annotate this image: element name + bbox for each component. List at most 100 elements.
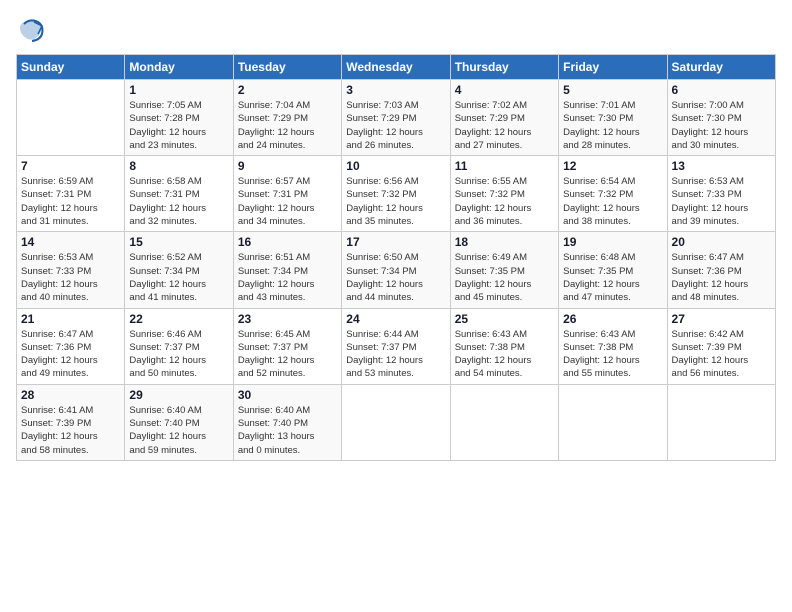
day-number: 18	[455, 235, 554, 249]
calendar-cell	[450, 384, 558, 460]
calendar-cell: 1 Sunrise: 7:05 AM Sunset: 7:28 PM Daylig…	[125, 80, 233, 156]
day-number: 21	[21, 312, 120, 326]
calendar-table: SundayMondayTuesdayWednesdayThursdayFrid…	[16, 54, 776, 461]
calendar-cell: 24Sunrise: 6:44 AM Sunset: 7:37 PM Dayli…	[342, 308, 450, 384]
day-number: 16	[238, 235, 337, 249]
day-info: Sunrise: 7:02 AM Sunset: 7:29 PM Dayligh…	[455, 99, 554, 152]
day-number: 20	[672, 235, 771, 249]
day-number: 4	[455, 83, 554, 97]
day-number: 11	[455, 159, 554, 173]
day-info: Sunrise: 6:43 AM Sunset: 7:38 PM Dayligh…	[563, 328, 662, 381]
day-number: 28	[21, 388, 120, 402]
day-info: Sunrise: 6:47 AM Sunset: 7:36 PM Dayligh…	[672, 251, 771, 304]
calendar-cell: 25Sunrise: 6:43 AM Sunset: 7:38 PM Dayli…	[450, 308, 558, 384]
calendar-cell: 19 Sunrise: 6:48 AM Sunset: 7:35 PM Dayli…	[559, 232, 667, 308]
day-info: Sunrise: 6:48 AM Sunset: 7:35 PM Dayligh…	[563, 251, 662, 304]
calendar-cell: 22 Sunrise: 6:46 AM Sunset: 7:37 PM Dayli…	[125, 308, 233, 384]
day-number: 29	[129, 388, 228, 402]
calendar-cell: 30 Sunrise: 6:40 AM Sunset: 7:40 PM Dayli…	[233, 384, 341, 460]
day-info: Sunrise: 6:41 AM Sunset: 7:39 PM Dayligh…	[21, 404, 120, 457]
column-header-friday: Friday	[559, 55, 667, 80]
calendar-cell: 16 Sunrise: 6:51 AM Sunset: 7:34 PM Dayli…	[233, 232, 341, 308]
day-info: Sunrise: 6:49 AM Sunset: 7:35 PM Dayligh…	[455, 251, 554, 304]
day-info: Sunrise: 6:59 AM Sunset: 7:31 PM Dayligh…	[21, 175, 120, 228]
calendar-cell: 26 Sunrise: 6:43 AM Sunset: 7:38 PM Dayli…	[559, 308, 667, 384]
calendar-cell: 27 Sunrise: 6:42 AM Sunset: 7:39 PM Dayli…	[667, 308, 775, 384]
day-info: Sunrise: 7:03 AM Sunset: 7:29 PM Dayligh…	[346, 99, 445, 152]
day-number: 15	[129, 235, 228, 249]
day-number: 2	[238, 83, 337, 97]
calendar-cell: 12Sunrise: 6:54 AM Sunset: 7:32 PM Dayli…	[559, 156, 667, 232]
calendar-week-4: 21 Sunrise: 6:47 AM Sunset: 7:36 PM Dayli…	[17, 308, 776, 384]
day-number: 6	[672, 83, 771, 97]
calendar-cell: 13Sunrise: 6:53 AM Sunset: 7:33 PM Dayli…	[667, 156, 775, 232]
calendar-cell: 9 Sunrise: 6:57 AM Sunset: 7:31 PM Daylig…	[233, 156, 341, 232]
day-info: Sunrise: 7:00 AM Sunset: 7:30 PM Dayligh…	[672, 99, 771, 152]
calendar-cell: 10 Sunrise: 6:56 AM Sunset: 7:32 PM Dayli…	[342, 156, 450, 232]
day-number: 19	[563, 235, 662, 249]
day-info: Sunrise: 6:56 AM Sunset: 7:32 PM Dayligh…	[346, 175, 445, 228]
column-header-sunday: Sunday	[17, 55, 125, 80]
calendar-cell: 6 Sunrise: 7:00 AM Sunset: 7:30 PM Daylig…	[667, 80, 775, 156]
day-number: 17	[346, 235, 445, 249]
calendar-week-1: 1 Sunrise: 7:05 AM Sunset: 7:28 PM Daylig…	[17, 80, 776, 156]
day-info: Sunrise: 7:05 AM Sunset: 7:28 PM Dayligh…	[129, 99, 228, 152]
column-header-wednesday: Wednesday	[342, 55, 450, 80]
day-info: Sunrise: 6:58 AM Sunset: 7:31 PM Dayligh…	[129, 175, 228, 228]
calendar-cell: 2 Sunrise: 7:04 AM Sunset: 7:29 PM Daylig…	[233, 80, 341, 156]
day-info: Sunrise: 7:01 AM Sunset: 7:30 PM Dayligh…	[563, 99, 662, 152]
day-info: Sunrise: 6:52 AM Sunset: 7:34 PM Dayligh…	[129, 251, 228, 304]
calendar-cell: 8 Sunrise: 6:58 AM Sunset: 7:31 PM Daylig…	[125, 156, 233, 232]
calendar-week-5: 28 Sunrise: 6:41 AM Sunset: 7:39 PM Dayli…	[17, 384, 776, 460]
day-number: 9	[238, 159, 337, 173]
day-info: Sunrise: 6:46 AM Sunset: 7:37 PM Dayligh…	[129, 328, 228, 381]
logo-icon	[16, 16, 44, 44]
day-number: 8	[129, 159, 228, 173]
day-info: Sunrise: 6:50 AM Sunset: 7:34 PM Dayligh…	[346, 251, 445, 304]
column-header-thursday: Thursday	[450, 55, 558, 80]
column-header-saturday: Saturday	[667, 55, 775, 80]
day-number: 25	[455, 312, 554, 326]
calendar-week-3: 14 Sunrise: 6:53 AM Sunset: 7:33 PM Dayli…	[17, 232, 776, 308]
day-info: Sunrise: 6:53 AM Sunset: 7:33 PM Dayligh…	[21, 251, 120, 304]
day-number: 23	[238, 312, 337, 326]
calendar-container: SundayMondayTuesdayWednesdayThursdayFrid…	[0, 0, 792, 471]
day-info: Sunrise: 6:53 AM Sunset: 7:33 PM Dayligh…	[672, 175, 771, 228]
day-info: Sunrise: 6:45 AM Sunset: 7:37 PM Dayligh…	[238, 328, 337, 381]
calendar-cell: 4 Sunrise: 7:02 AM Sunset: 7:29 PM Daylig…	[450, 80, 558, 156]
day-info: Sunrise: 6:40 AM Sunset: 7:40 PM Dayligh…	[238, 404, 337, 457]
calendar-cell: 11Sunrise: 6:55 AM Sunset: 7:32 PM Dayli…	[450, 156, 558, 232]
day-info: Sunrise: 6:42 AM Sunset: 7:39 PM Dayligh…	[672, 328, 771, 381]
day-info: Sunrise: 6:47 AM Sunset: 7:36 PM Dayligh…	[21, 328, 120, 381]
day-number: 1	[129, 83, 228, 97]
calendar-cell	[667, 384, 775, 460]
calendar-cell	[342, 384, 450, 460]
day-number: 14	[21, 235, 120, 249]
calendar-cell: 21 Sunrise: 6:47 AM Sunset: 7:36 PM Dayli…	[17, 308, 125, 384]
header	[16, 16, 776, 44]
day-number: 10	[346, 159, 445, 173]
calendar-cell: 15 Sunrise: 6:52 AM Sunset: 7:34 PM Dayli…	[125, 232, 233, 308]
day-info: Sunrise: 7:04 AM Sunset: 7:29 PM Dayligh…	[238, 99, 337, 152]
day-number: 26	[563, 312, 662, 326]
calendar-cell	[559, 384, 667, 460]
day-number: 30	[238, 388, 337, 402]
calendar-cell: 23 Sunrise: 6:45 AM Sunset: 7:37 PM Dayli…	[233, 308, 341, 384]
calendar-header-row: SundayMondayTuesdayWednesdayThursdayFrid…	[17, 55, 776, 80]
calendar-cell: 29 Sunrise: 6:40 AM Sunset: 7:40 PM Dayli…	[125, 384, 233, 460]
day-info: Sunrise: 6:57 AM Sunset: 7:31 PM Dayligh…	[238, 175, 337, 228]
calendar-cell: 5Sunrise: 7:01 AM Sunset: 7:30 PM Daylig…	[559, 80, 667, 156]
day-number: 27	[672, 312, 771, 326]
day-number: 7	[21, 159, 120, 173]
calendar-cell: 17 Sunrise: 6:50 AM Sunset: 7:34 PM Dayli…	[342, 232, 450, 308]
day-info: Sunrise: 6:40 AM Sunset: 7:40 PM Dayligh…	[129, 404, 228, 457]
day-info: Sunrise: 6:54 AM Sunset: 7:32 PM Dayligh…	[563, 175, 662, 228]
logo	[16, 16, 48, 44]
day-number: 3	[346, 83, 445, 97]
calendar-cell: 3 Sunrise: 7:03 AM Sunset: 7:29 PM Daylig…	[342, 80, 450, 156]
day-info: Sunrise: 6:51 AM Sunset: 7:34 PM Dayligh…	[238, 251, 337, 304]
column-header-tuesday: Tuesday	[233, 55, 341, 80]
calendar-cell: 20 Sunrise: 6:47 AM Sunset: 7:36 PM Dayli…	[667, 232, 775, 308]
day-number: 22	[129, 312, 228, 326]
calendar-cell: 28 Sunrise: 6:41 AM Sunset: 7:39 PM Dayli…	[17, 384, 125, 460]
